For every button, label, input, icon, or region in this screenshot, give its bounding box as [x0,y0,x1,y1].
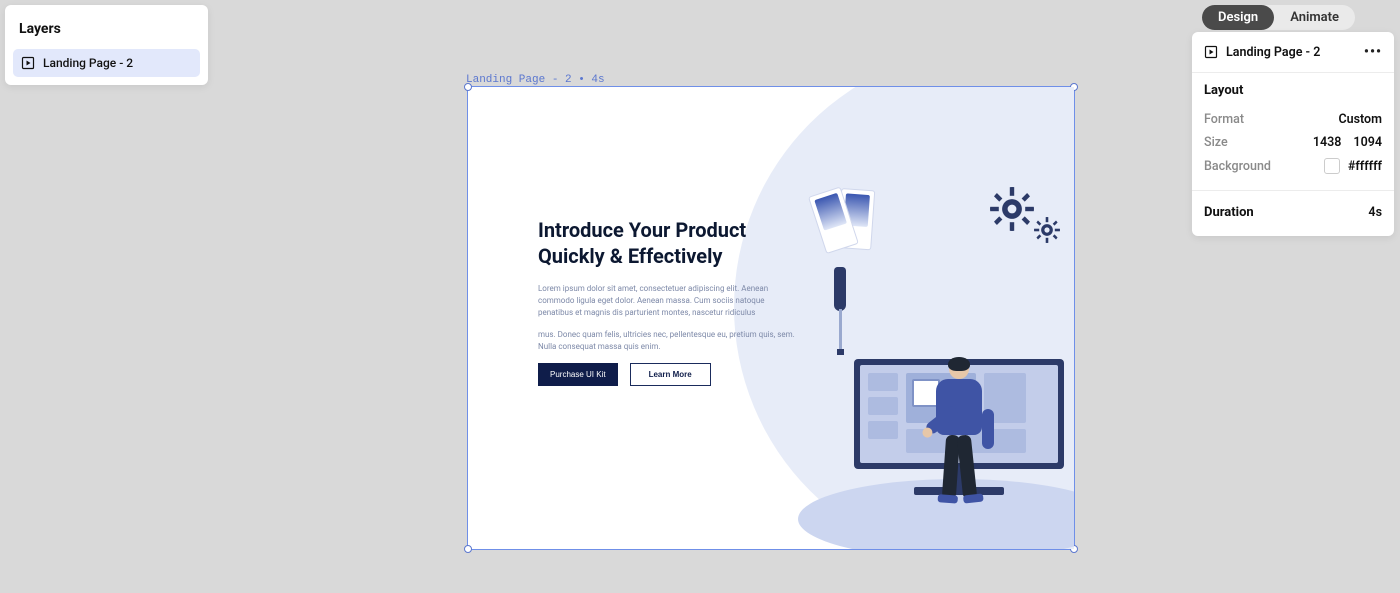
size-width-input[interactable]: 1438 [1313,135,1342,150]
layers-panel: Layers Landing Page - 2 [5,5,208,85]
canvas-artwork: Introduce Your Product Quickly & Effecti… [468,87,1074,549]
purchase-button[interactable]: Purchase UI Kit [538,363,618,386]
properties-header: Landing Page - 2 ••• [1192,32,1394,73]
duration-section: Duration 4s [1192,191,1394,236]
background-label: Background [1204,159,1271,174]
screwdriver-illustration [834,267,846,355]
frame-icon [21,56,35,70]
format-row[interactable]: Format Custom [1204,108,1382,131]
person-illustration [924,359,994,519]
size-row: Size 1438 1094 [1204,131,1382,154]
gear-icon [990,187,1034,231]
background-swatch[interactable] [1324,158,1340,174]
layer-item-label: Landing Page - 2 [43,56,133,70]
background-value-input[interactable]: #ffffff [1348,159,1382,174]
hero-heading: Introduce Your Product Quickly & Effecti… [538,217,798,269]
gear-icon [1034,217,1060,243]
layers-panel-title: Layers [13,13,200,49]
learn-more-button[interactable]: Learn More [630,363,711,386]
duration-value-input[interactable]: 4s [1368,205,1382,220]
layer-item-landing-page-2[interactable]: Landing Page - 2 [13,49,200,77]
properties-panel: Landing Page - 2 ••• Layout Format Custo… [1192,32,1394,236]
layout-section: Layout Format Custom Size 1438 1094 Back… [1192,73,1394,191]
canvas-frame[interactable]: Introduce Your Product Quickly & Effecti… [467,86,1075,550]
hero-paragraph-2: mus. Donec quam felis, ultricies nec, pe… [538,329,798,353]
tab-design[interactable]: Design [1202,5,1274,30]
size-label: Size [1204,135,1228,150]
layout-heading: Layout [1204,83,1382,98]
format-value: Custom [1338,112,1382,127]
more-options-icon[interactable]: ••• [1364,44,1382,60]
background-row: Background #ffffff [1204,154,1382,178]
duration-label: Duration [1204,205,1254,220]
mode-tabs: Design Animate [1202,5,1355,30]
selected-frame-title: Landing Page - 2 [1226,45,1320,60]
format-label: Format [1204,112,1244,127]
canvas-frame-label[interactable]: Landing Page - 2 • 4s [466,74,605,86]
frame-icon [1204,45,1218,59]
hero-text-block: Introduce Your Product Quickly & Effecti… [538,217,798,386]
tab-animate[interactable]: Animate [1274,5,1355,30]
size-height-input[interactable]: 1094 [1353,135,1382,150]
hero-paragraph-1: Lorem ipsum dolor sit amet, consectetuer… [538,283,798,319]
